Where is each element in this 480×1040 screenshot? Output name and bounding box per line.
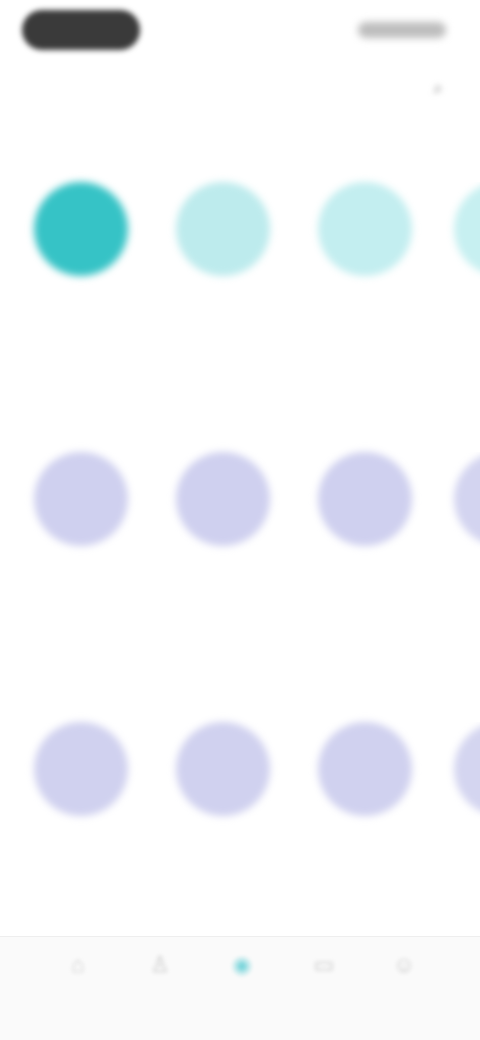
category-item[interactable]: [446, 182, 480, 366]
category-avatar: [454, 722, 480, 816]
app-header: ⌕: [0, 64, 480, 112]
category-item[interactable]: [26, 452, 136, 636]
category-avatar: [34, 452, 128, 546]
category-avatar: [176, 182, 270, 276]
category-row: [0, 722, 480, 906]
category-avatar: [34, 182, 128, 276]
status-bar: [0, 0, 480, 64]
nav-item-profile[interactable]: ☺: [374, 951, 434, 1021]
category-avatar: [454, 182, 480, 276]
category-item[interactable]: [168, 182, 278, 366]
category-avatar: [34, 722, 128, 816]
category-item[interactable]: [310, 182, 420, 366]
category-section-2: [0, 406, 480, 636]
person-icon: ♙: [150, 952, 170, 977]
bottom-nav: ⌂ ♙ ◉ ▭ ☺: [0, 936, 480, 1040]
category-avatar: [176, 452, 270, 546]
nav-item-compass[interactable]: ◉: [212, 951, 272, 1021]
category-row: [0, 452, 480, 636]
home-icon: ⌂: [71, 952, 85, 977]
category-item[interactable]: [168, 452, 278, 636]
category-item[interactable]: [26, 722, 136, 906]
nav-item-person[interactable]: ♙: [130, 951, 190, 1021]
category-item[interactable]: [446, 722, 480, 906]
status-indicators: [358, 22, 446, 38]
category-section-1: [0, 136, 480, 366]
nav-item-home[interactable]: ⌂: [48, 951, 108, 1021]
category-avatar: [318, 722, 412, 816]
status-time-pill: [22, 10, 140, 50]
category-section-3: [0, 676, 480, 906]
compass-icon: ◉: [232, 952, 252, 977]
search-icon[interactable]: ⌕: [426, 78, 450, 98]
profile-icon: ☺: [392, 952, 416, 977]
category-item[interactable]: [26, 182, 136, 366]
category-avatar: [176, 722, 270, 816]
chat-icon: ▭: [313, 952, 335, 977]
category-item[interactable]: [310, 722, 420, 906]
category-item[interactable]: [310, 452, 420, 636]
category-avatar: [454, 452, 480, 546]
category-row: [0, 182, 480, 366]
category-avatar: [318, 182, 412, 276]
nav-item-chat[interactable]: ▭: [294, 951, 354, 1021]
category-item[interactable]: [446, 452, 480, 636]
category-avatar: [318, 452, 412, 546]
category-item[interactable]: [168, 722, 278, 906]
